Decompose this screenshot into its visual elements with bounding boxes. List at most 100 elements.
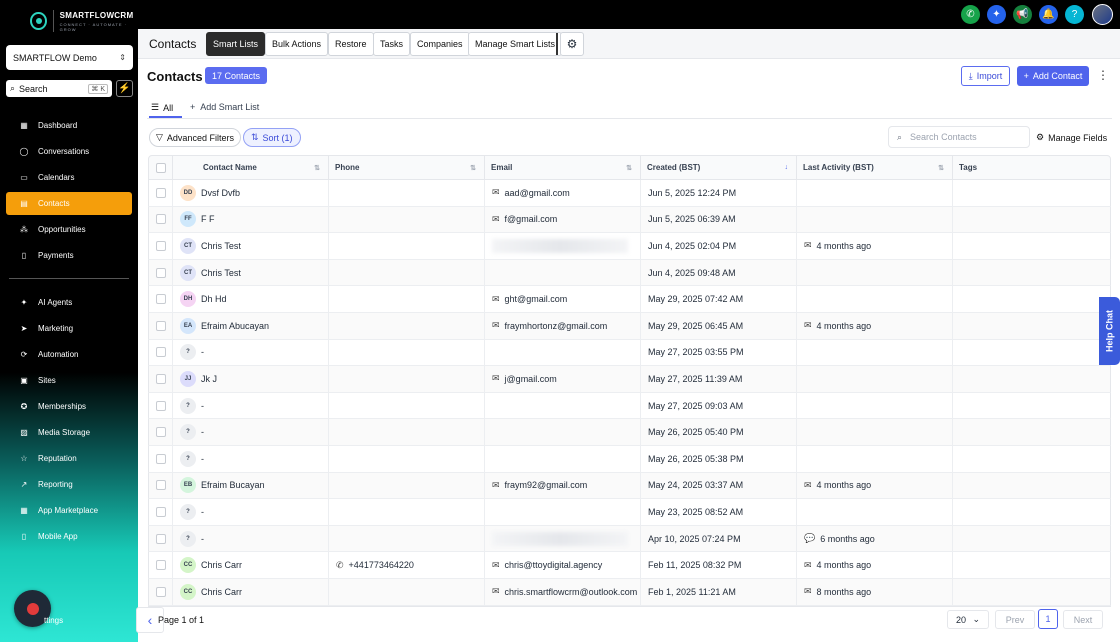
help-chat-button[interactable]: Help Chat xyxy=(1099,297,1120,365)
contact-name[interactable]: F F xyxy=(201,214,215,224)
contact-name[interactable]: Chris Carr xyxy=(201,587,242,597)
contact-name-cell[interactable]: ? - xyxy=(173,525,329,552)
contact-name[interactable]: - xyxy=(201,427,204,437)
contact-name[interactable]: Chris Carr xyxy=(201,560,242,570)
sidebar-item-settings[interactable]: ttings xyxy=(44,616,63,625)
table-row[interactable]: ? - May 26, 2025 05:38 PM xyxy=(148,445,1111,473)
row-checkbox[interactable] xyxy=(155,560,166,571)
import-button[interactable]: ⤓ Import xyxy=(961,66,1010,86)
table-row[interactable]: DH Dh Hd ✉ ght@gmail.com May 29, 2025 07:42 … xyxy=(148,286,1111,313)
row-checkbox[interactable] xyxy=(155,320,166,331)
sidebar-item-automation[interactable]: ⟳ Automation xyxy=(6,343,132,366)
contact-name[interactable]: - xyxy=(201,347,204,357)
subtab-all[interactable]: ☰ All xyxy=(151,102,173,113)
table-row[interactable]: ? - May 26, 2025 05:40 PM xyxy=(148,419,1111,446)
contact-name-cell[interactable]: EA Efraim Abucayan xyxy=(173,312,329,339)
advanced-filters-button[interactable]: ▽ Advanced Filters xyxy=(149,128,241,147)
row-checkbox[interactable] xyxy=(155,240,166,251)
bell-icon[interactable]: 🔔 xyxy=(1039,5,1058,24)
row-checkbox[interactable] xyxy=(155,480,166,491)
row-checkbox[interactable] xyxy=(155,214,166,225)
settings-button[interactable]: ⚙ xyxy=(560,32,584,56)
row-checkbox[interactable] xyxy=(155,427,166,438)
contact-name-cell[interactable]: ? - xyxy=(173,392,329,419)
row-checkbox[interactable] xyxy=(155,187,166,198)
magic-icon[interactable]: ✦ xyxy=(987,5,1006,24)
tab-bulk-actions[interactable]: Bulk Actions xyxy=(265,32,329,56)
contact-name-cell[interactable]: ? - xyxy=(173,499,329,525)
tab-companies[interactable]: Companies xyxy=(410,32,470,56)
prev-page-button[interactable]: Prev xyxy=(995,610,1035,629)
tab-smart-lists[interactable]: Smart Lists xyxy=(206,32,266,56)
tab-restore[interactable]: Restore xyxy=(328,32,374,56)
more-options-icon[interactable]: ⋮ xyxy=(1097,68,1109,84)
contact-name-cell[interactable]: ? - xyxy=(173,445,329,472)
next-page-button[interactable]: Next xyxy=(1063,610,1103,629)
row-checkbox[interactable] xyxy=(155,373,166,384)
contact-name[interactable]: Dvsf Dvfb xyxy=(201,188,240,198)
megaphone-icon[interactable]: 📢 xyxy=(1013,5,1032,24)
table-row[interactable]: CT Chris Test Jun 4, 2025 09:48 AM xyxy=(148,259,1111,287)
contact-name-cell[interactable]: CC Chris Carr xyxy=(173,552,329,578)
row-checkbox[interactable] xyxy=(155,586,166,597)
sidebar-item-contacts[interactable]: ▤ Contacts xyxy=(6,192,132,215)
contact-name[interactable]: Dh Hd xyxy=(201,294,227,304)
help-icon[interactable]: ? xyxy=(1065,5,1084,24)
row-checkbox[interactable] xyxy=(155,453,166,464)
row-checkbox[interactable] xyxy=(155,506,166,517)
tab-tasks[interactable]: Tasks xyxy=(373,32,411,56)
contact-name[interactable]: Chris Test xyxy=(201,268,241,278)
table-row[interactable]: CC Chris Carr ✉ chris.smartflowcrm@outlook.… xyxy=(148,578,1111,606)
contact-name-cell[interactable]: DH Dh Hd xyxy=(173,286,329,312)
sort-button[interactable]: ⇅ Sort (1) xyxy=(243,128,301,147)
sidebar-item-reporting[interactable]: ↗ Reporting xyxy=(6,473,132,496)
contact-name[interactable]: Efraim Bucayan xyxy=(201,480,265,490)
add-smart-list-button[interactable]: + Add Smart List xyxy=(190,102,259,112)
manage-fields-button[interactable]: ⚙ Manage Fields xyxy=(1036,132,1107,143)
sidebar-item-memberships[interactable]: ✪ Memberships xyxy=(6,395,132,418)
row-checkbox[interactable] xyxy=(155,267,166,278)
contact-name[interactable]: - xyxy=(201,454,204,464)
phone-icon[interactable]: ✆ xyxy=(961,5,980,24)
contact-name[interactable]: - xyxy=(201,534,204,544)
column-email[interactable]: Email ⇅ xyxy=(485,156,641,179)
table-row[interactable]: CT Chris Test Jun 4, 2025 02:04 PM ✉ 4 month… xyxy=(148,233,1111,260)
user-avatar[interactable] xyxy=(1092,4,1113,25)
table-row[interactable]: ? - May 27, 2025 03:55 PM xyxy=(148,339,1111,367)
sidebar-item-conversations[interactable]: ◯ Conversations xyxy=(6,140,132,163)
tab-manage-smart-lists[interactable]: Manage Smart Lists xyxy=(468,32,563,56)
table-row[interactable]: DD Dvsf Dvfb ✉ aad@gmail.com Jun 5, 2025 12:… xyxy=(148,180,1111,207)
table-row[interactable]: FF F F ✉ f@gmail.com Jun 5, 2025 06:39 AM xyxy=(148,206,1111,234)
row-checkbox[interactable] xyxy=(155,294,166,305)
page-number-button[interactable]: 1 xyxy=(1038,609,1058,629)
contact-name[interactable]: - xyxy=(201,507,204,517)
contact-name-cell[interactable]: FF F F xyxy=(173,206,329,233)
row-checkbox[interactable] xyxy=(155,400,166,411)
column-created[interactable]: Created (BST) ↓ xyxy=(641,156,797,179)
sidebar-item-reputation[interactable]: ☆ Reputation xyxy=(6,447,132,470)
column-phone[interactable]: Phone ⇅ xyxy=(329,156,485,179)
sidebar-search[interactable]: ⌕ Search ⌘ K xyxy=(6,80,112,97)
row-checkbox[interactable] xyxy=(155,347,166,358)
contact-name-cell[interactable]: DD Dvsf Dvfb xyxy=(173,180,329,206)
table-row[interactable]: ? - May 27, 2025 09:03 AM xyxy=(148,392,1111,420)
table-row[interactable]: JJ Jk J ✉ j@gmail.com May 27, 2025 11:39 AM xyxy=(148,366,1111,393)
select-all-checkbox[interactable] xyxy=(155,162,166,173)
sidebar-item-media-storage[interactable]: ▨ Media Storage xyxy=(6,421,132,444)
sidebar-item-opportunities[interactable]: ⁂ Opportunities xyxy=(6,218,132,241)
per-page-select[interactable]: 20 ⌄ xyxy=(947,610,989,629)
table-row[interactable]: CC Chris Carr ✆ +441773464220 ✉ chris@ttoydig… xyxy=(148,552,1111,579)
sidebar-item-mobile-app[interactable]: ▯ Mobile App xyxy=(6,525,132,548)
sidebar-item-sites[interactable]: ▣ Sites xyxy=(6,369,132,392)
column-contact-name[interactable]: Contact Name ⇅ xyxy=(173,156,329,179)
contact-name-cell[interactable]: CT Chris Test xyxy=(173,259,329,286)
account-switcher[interactable]: SMARTFLOW Demo ⇕ xyxy=(6,45,133,70)
column-last-activity[interactable]: Last Activity (BST) ⇅ xyxy=(797,156,953,179)
table-row[interactable]: EB Efraim Bucayan ✉ fraym92@gmail.com May 24… xyxy=(148,472,1111,500)
contact-name[interactable]: Efraim Abucayan xyxy=(201,321,269,331)
contact-name-cell[interactable]: JJ Jk J xyxy=(173,366,329,392)
sidebar-item-payments[interactable]: ▯ Payments xyxy=(6,244,132,267)
sidebar-item-marketing[interactable]: ➤ Marketing xyxy=(6,317,132,340)
table-row[interactable]: ? - May 23, 2025 08:52 AM xyxy=(148,499,1111,526)
sidebar-item-calendars[interactable]: ▭ Calendars xyxy=(6,166,132,189)
